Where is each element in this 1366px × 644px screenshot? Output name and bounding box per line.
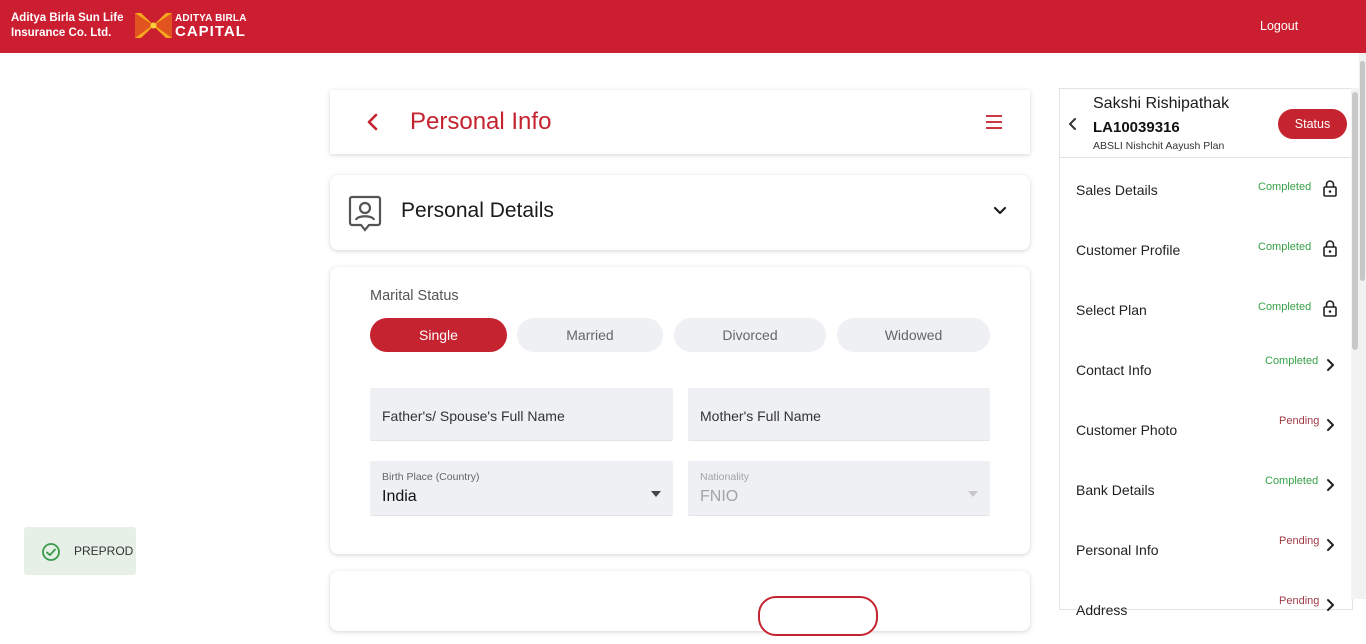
check-circle-icon [42, 543, 60, 561]
step-customer-profile[interactable]: Customer Profile Completed [1060, 224, 1352, 284]
step-status: Completed [1258, 181, 1312, 193]
capital-logo-text: ADITYA BIRLA CAPITAL [175, 12, 247, 40]
step-bank-details[interactable]: Bank Details Completed [1060, 464, 1352, 524]
birth-place-label: Birth Place (Country) [382, 471, 480, 483]
step-contact-info[interactable]: Contact Info Completed [1060, 344, 1352, 404]
bottom-action-card [330, 571, 1030, 636]
section-title: Personal Details [401, 199, 554, 222]
panel-scrollbar[interactable] [1351, 88, 1359, 599]
top-bar: Aditya Birla Sun Life Insurance Co. Ltd.… [0, 0, 1366, 53]
page-scrollbar-thumb[interactable] [1360, 61, 1365, 281]
applicant-name: Sakshi Rishipathak [1093, 95, 1230, 112]
applicant-summary: Sakshi Rishipathak LA10039316 ABSLI Nish… [1060, 89, 1352, 158]
page-header-card: Personal Info [330, 90, 1030, 154]
step-status: Completed [1265, 355, 1319, 367]
environment-badge: PREPROD [24, 527, 136, 575]
step-label: Bank Details [1076, 482, 1155, 498]
marital-option-married[interactable]: Married [517, 318, 663, 352]
step-label: Sales Details [1076, 182, 1158, 198]
step-sales-details[interactable]: Sales Details Completed [1060, 164, 1352, 224]
birth-place-value: India [382, 488, 417, 505]
step-personal-info[interactable]: Personal Info Pending [1060, 524, 1352, 584]
chevron-right-icon [1327, 539, 1334, 551]
mother-name-field[interactable]: Mother's Full Name [688, 388, 990, 441]
chevron-right-icon [1327, 419, 1334, 431]
chevron-right-icon [1327, 479, 1334, 491]
step-status: Pending [1279, 535, 1320, 547]
chevron-left-icon[interactable] [1065, 116, 1081, 132]
insurer-brand: Aditya Birla Sun Life Insurance Co. Ltd. [11, 11, 123, 41]
lock-icon [1323, 300, 1337, 317]
marital-option-divorced[interactable]: Divorced [674, 318, 826, 352]
father-spouse-name-field[interactable]: Father's/ Spouse's Full Name [370, 388, 673, 441]
status-button[interactable]: Status [1278, 109, 1347, 139]
chevron-right-icon [1327, 359, 1334, 371]
step-status: Pending [1279, 415, 1320, 427]
person-badge-icon [348, 195, 382, 232]
page-scrollbar[interactable] [1359, 53, 1366, 599]
chevron-down-icon[interactable] [992, 203, 1008, 219]
step-label: Select Plan [1076, 302, 1147, 318]
marital-option-single[interactable]: Single [370, 318, 507, 352]
action-button[interactable] [758, 596, 878, 636]
marital-option-widowed[interactable]: Widowed [837, 318, 990, 352]
environment-label: PREPROD [74, 544, 134, 558]
personal-details-form: Marital Status Single Married Divorced W… [330, 267, 1030, 554]
hamburger-menu-icon[interactable] [984, 112, 1004, 132]
step-status: Completed [1258, 301, 1312, 313]
application-progress-panel: Sakshi Rishipathak LA10039316 ABSLI Nish… [1059, 88, 1353, 618]
step-label: Customer Photo [1076, 422, 1178, 438]
nationality-select: Nationality FNIO [688, 461, 990, 516]
father-spouse-name-placeholder: Father's/ Spouse's Full Name [382, 408, 565, 424]
aditya-birla-logo-icon [135, 13, 172, 38]
plan-name: ABSLI Nishchit Aayush Plan [1093, 140, 1225, 152]
brand-line-2: Insurance Co. Ltd. [11, 27, 112, 39]
logout-button[interactable]: Logout [1260, 19, 1298, 33]
marital-status-label: Marital Status [370, 288, 459, 304]
brand-line-1: Aditya Birla Sun Life [11, 12, 124, 24]
panel-scrollbar-thumb[interactable] [1352, 92, 1358, 350]
page-title: Personal Info [410, 108, 552, 135]
nationality-value: FNIO [700, 488, 739, 505]
step-status: Completed [1265, 475, 1319, 487]
step-status: Pending [1279, 595, 1320, 607]
nationality-label: Nationality [700, 471, 750, 483]
step-status: Completed [1258, 241, 1312, 253]
logo-bottom-text: CAPITAL [175, 23, 246, 40]
step-label: Address [1076, 602, 1128, 618]
lock-icon [1323, 240, 1337, 257]
step-select-plan[interactable]: Select Plan Completed [1060, 284, 1352, 344]
mother-name-placeholder: Mother's Full Name [700, 408, 821, 424]
application-id: LA10039316 [1093, 119, 1180, 136]
step-label: Customer Profile [1076, 242, 1181, 258]
dropdown-arrow-icon [968, 491, 978, 497]
step-address[interactable]: Address Pending [1060, 584, 1352, 644]
step-label: Contact Info [1076, 362, 1152, 378]
dropdown-arrow-icon [651, 491, 661, 497]
birth-place-select[interactable]: Birth Place (Country) India [370, 461, 673, 516]
lock-icon [1323, 180, 1337, 197]
personal-details-section-header[interactable]: Personal Details [330, 175, 1030, 250]
chevron-left-icon[interactable] [362, 110, 384, 134]
step-label: Personal Info [1076, 542, 1159, 558]
step-customer-photo[interactable]: Customer Photo Pending [1060, 404, 1352, 464]
